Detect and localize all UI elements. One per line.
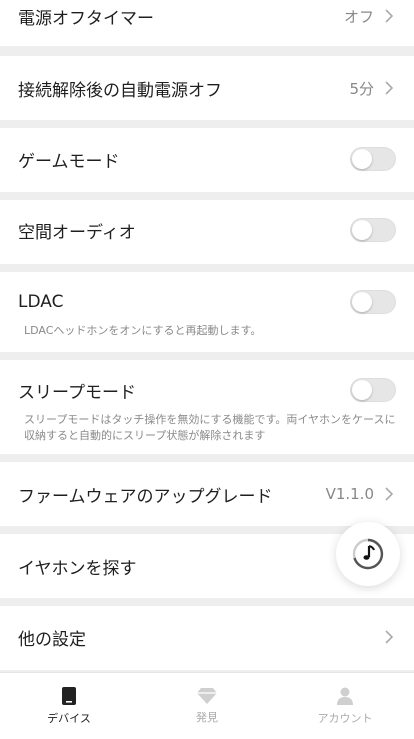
ldac-label: LDAC — [18, 292, 64, 312]
tab-account-label: アカウント — [317, 712, 373, 725]
chevron-right-icon — [382, 630, 396, 644]
game-mode-toggle[interactable] — [350, 147, 396, 171]
game-mode-row: ゲームモード — [0, 128, 414, 192]
auto-power-off-row[interactable]: 接続解除後の自動電源オフ 5分 — [0, 56, 414, 120]
spatial-audio-row: 空間オーディオ — [0, 200, 414, 264]
ldac-row: LDAC LDACヘッドホンをオンにすると再起動します。 — [0, 272, 414, 352]
device-icon — [62, 687, 76, 705]
sleep-mode-row: スリープモード スリープモードはタッチ操作を無効にする機能です。両イヤホンをケー… — [0, 360, 414, 454]
music-player-button[interactable] — [336, 522, 400, 586]
bottom-tab-bar: デバイス 発見 アカウント — [0, 672, 414, 739]
firmware-version: V1.1.0 — [325, 485, 374, 503]
ldac-toggle[interactable] — [350, 290, 396, 314]
sleep-mode-description: スリープモードはタッチ操作を無効にする機能です。両イヤホンをケースに収納すると自… — [24, 413, 396, 442]
game-mode-label: ゲームモード — [18, 151, 120, 172]
firmware-label: ファームウェアのアップグレード — [18, 486, 273, 507]
toggle-knob — [352, 292, 372, 312]
diamond-icon — [197, 688, 217, 704]
spatial-audio-toggle[interactable] — [350, 218, 396, 242]
tab-device[interactable]: デバイス — [0, 673, 138, 739]
power-off-timer-value: オフ — [343, 7, 374, 26]
ldac-description: LDACヘッドホンをオンにすると再起動します。 — [24, 324, 262, 337]
power-off-timer-row[interactable]: 電源オフタイマー オフ — [0, 0, 414, 46]
music-note-icon — [352, 538, 384, 570]
sleep-mode-toggle[interactable] — [350, 378, 396, 402]
chevron-right-icon — [382, 487, 396, 501]
sleep-mode-label: スリープモード — [18, 382, 136, 403]
auto-power-off-label: 接続解除後の自動電源オフ — [18, 80, 222, 101]
tab-discover[interactable]: 発見 — [138, 673, 276, 739]
auto-power-off-value: 5分 — [349, 79, 374, 98]
toggle-knob — [352, 149, 372, 169]
tab-device-label: デバイス — [47, 712, 91, 725]
chevron-right-icon — [382, 81, 396, 95]
firmware-row[interactable]: ファームウェアのアップグレード V1.1.0 — [0, 462, 414, 526]
other-settings-row[interactable]: 他の設定 — [0, 606, 414, 670]
toggle-knob — [352, 220, 372, 240]
chevron-right-icon — [382, 9, 396, 23]
find-earbuds-label: イヤホンを探す — [18, 558, 137, 579]
person-icon — [337, 687, 353, 705]
tab-discover-label: 発見 — [196, 711, 218, 724]
other-settings-label: 他の設定 — [18, 629, 86, 650]
spatial-audio-label: 空間オーディオ — [18, 222, 136, 243]
toggle-knob — [352, 380, 372, 400]
tab-account[interactable]: アカウント — [276, 673, 414, 739]
power-off-timer-label: 電源オフタイマー — [18, 8, 154, 29]
